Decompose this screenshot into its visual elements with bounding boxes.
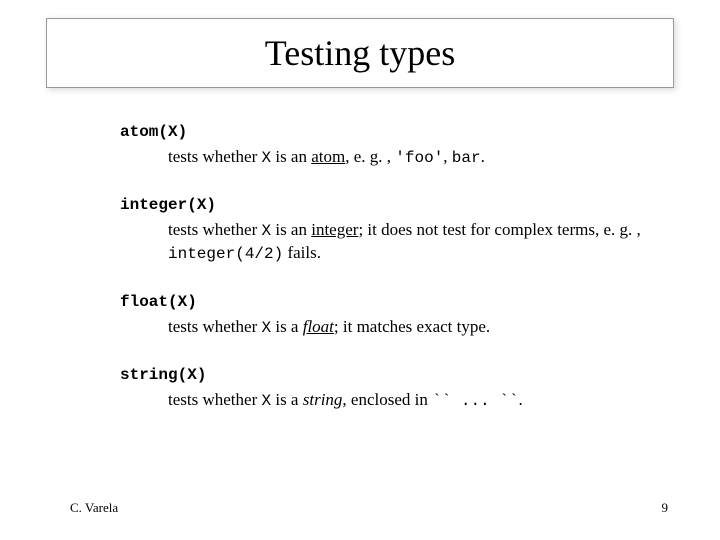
footer-author: C. Varela <box>70 500 118 516</box>
underline: integer <box>311 220 358 239</box>
italic: string <box>303 390 343 409</box>
slide-title: Testing types <box>265 32 455 74</box>
code: integer(4/2) <box>168 245 283 263</box>
text: tests whether <box>168 390 261 409</box>
text: , <box>443 147 452 166</box>
desc-atom: tests whether X is an atom, e. g. , 'foo… <box>168 146 660 170</box>
text: is a <box>271 317 303 336</box>
code: 'foo' <box>395 149 443 167</box>
text: , enclosed in <box>342 390 432 409</box>
code: X <box>261 319 271 337</box>
text: , e. g. , <box>345 147 395 166</box>
desc-float: tests whether X is a float; it matches e… <box>168 316 660 340</box>
underline: float <box>303 317 334 336</box>
text: tests whether <box>168 147 261 166</box>
entry-atom: atom(X) tests whether X is an atom, e. g… <box>120 120 660 169</box>
desc-integer: tests whether X is an integer; it does n… <box>168 219 660 266</box>
entry-integer: integer(X) tests whether X is an integer… <box>120 193 660 266</box>
text: ; it matches exact type. <box>334 317 490 336</box>
term-atom: atom(X) <box>120 123 187 141</box>
code: X <box>261 222 271 240</box>
text: is an <box>271 220 311 239</box>
text: tests whether <box>168 317 261 336</box>
code: X <box>261 392 271 410</box>
term-string: string(X) <box>120 366 206 384</box>
text: tests whether <box>168 220 261 239</box>
entry-string: string(X) tests whether X is a string, e… <box>120 363 660 412</box>
code: X <box>261 149 271 167</box>
code: bar <box>452 149 481 167</box>
text: ; it does not test for complex terms, e.… <box>358 220 640 239</box>
underline: atom <box>311 147 345 166</box>
footer-page-number: 9 <box>662 500 669 516</box>
text: is a <box>271 390 303 409</box>
title-box: Testing types <box>46 18 674 88</box>
term-integer: integer(X) <box>120 196 216 214</box>
desc-string: tests whether X is a string, enclosed in… <box>168 389 660 413</box>
code: `` ... `` <box>432 392 518 410</box>
content-area: atom(X) tests whether X is an atom, e. g… <box>120 120 660 436</box>
text: fails. <box>283 243 321 262</box>
term-float: float(X) <box>120 293 197 311</box>
text: . <box>519 390 523 409</box>
text: is an <box>271 147 311 166</box>
slide: Testing types atom(X) tests whether X is… <box>0 0 720 540</box>
text: . <box>481 147 485 166</box>
entry-float: float(X) tests whether X is a float; it … <box>120 290 660 339</box>
